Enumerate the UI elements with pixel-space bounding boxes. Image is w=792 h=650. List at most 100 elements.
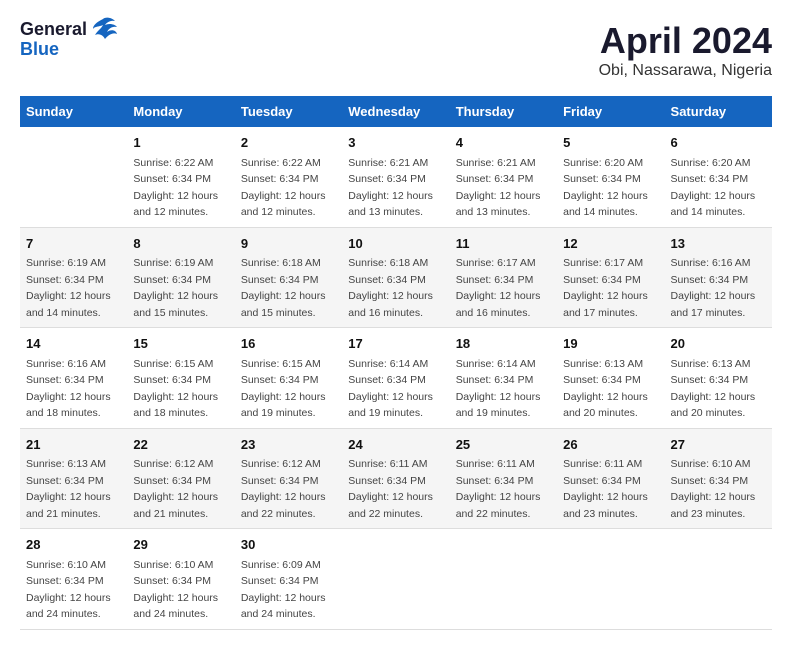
day-number: 25 bbox=[456, 435, 551, 455]
day-info: Sunrise: 6:13 AM Sunset: 6:34 PM Dayligh… bbox=[563, 358, 648, 420]
day-info: Sunrise: 6:20 AM Sunset: 6:34 PM Dayligh… bbox=[671, 157, 756, 219]
title-block: April 2024 Obi, Nassarawa, Nigeria bbox=[599, 20, 772, 80]
day-number: 6 bbox=[671, 133, 766, 153]
day-number: 4 bbox=[456, 133, 551, 153]
day-info: Sunrise: 6:18 AM Sunset: 6:34 PM Dayligh… bbox=[241, 257, 326, 319]
weekday-header-wednesday: Wednesday bbox=[342, 96, 449, 127]
page-header: General Blue April 2024 Obi, Nassarawa, … bbox=[20, 20, 772, 80]
day-info: Sunrise: 6:15 AM Sunset: 6:34 PM Dayligh… bbox=[241, 358, 326, 420]
weekday-header-thursday: Thursday bbox=[450, 96, 557, 127]
day-number: 24 bbox=[348, 435, 443, 455]
calendar-cell bbox=[557, 529, 664, 630]
day-info: Sunrise: 6:12 AM Sunset: 6:34 PM Dayligh… bbox=[133, 458, 218, 520]
calendar-cell: 29 Sunrise: 6:10 AM Sunset: 6:34 PM Dayli… bbox=[127, 529, 234, 630]
logo-text-blue: Blue bbox=[20, 40, 59, 60]
calendar-cell: 27 Sunrise: 6:10 AM Sunset: 6:34 PM Dayli… bbox=[665, 428, 772, 529]
day-number: 30 bbox=[241, 535, 336, 555]
day-info: Sunrise: 6:14 AM Sunset: 6:34 PM Dayligh… bbox=[456, 358, 541, 420]
calendar-week-row: 28 Sunrise: 6:10 AM Sunset: 6:34 PM Dayli… bbox=[20, 529, 772, 630]
day-number: 7 bbox=[26, 234, 121, 254]
weekday-header-friday: Friday bbox=[557, 96, 664, 127]
day-number: 14 bbox=[26, 334, 121, 354]
day-number: 21 bbox=[26, 435, 121, 455]
calendar-week-row: 14 Sunrise: 6:16 AM Sunset: 6:34 PM Dayli… bbox=[20, 328, 772, 429]
day-info: Sunrise: 6:10 AM Sunset: 6:34 PM Dayligh… bbox=[133, 559, 218, 621]
day-info: Sunrise: 6:13 AM Sunset: 6:34 PM Dayligh… bbox=[26, 458, 111, 520]
calendar-week-row: 7 Sunrise: 6:19 AM Sunset: 6:34 PM Daylig… bbox=[20, 227, 772, 328]
calendar-cell: 5 Sunrise: 6:20 AM Sunset: 6:34 PM Daylig… bbox=[557, 127, 664, 227]
day-number: 5 bbox=[563, 133, 658, 153]
calendar-header: SundayMondayTuesdayWednesdayThursdayFrid… bbox=[20, 96, 772, 127]
day-number: 27 bbox=[671, 435, 766, 455]
day-number: 22 bbox=[133, 435, 228, 455]
day-info: Sunrise: 6:11 AM Sunset: 6:34 PM Dayligh… bbox=[348, 458, 433, 520]
calendar-cell: 6 Sunrise: 6:20 AM Sunset: 6:34 PM Daylig… bbox=[665, 127, 772, 227]
day-number: 15 bbox=[133, 334, 228, 354]
main-title: April 2024 bbox=[599, 20, 772, 62]
calendar-cell: 8Sunrise: 6:19 AM Sunset: 6:34 PM Daylig… bbox=[127, 227, 234, 328]
weekday-header-tuesday: Tuesday bbox=[235, 96, 342, 127]
day-info: Sunrise: 6:13 AM Sunset: 6:34 PM Dayligh… bbox=[671, 358, 756, 420]
day-info: Sunrise: 6:17 AM Sunset: 6:34 PM Dayligh… bbox=[563, 257, 648, 319]
day-info: Sunrise: 6:16 AM Sunset: 6:34 PM Dayligh… bbox=[671, 257, 756, 319]
day-number: 1 bbox=[133, 133, 228, 153]
day-number: 3 bbox=[348, 133, 443, 153]
day-info: Sunrise: 6:20 AM Sunset: 6:34 PM Dayligh… bbox=[563, 157, 648, 219]
calendar-cell: 18 Sunrise: 6:14 AM Sunset: 6:34 PM Dayli… bbox=[450, 328, 557, 429]
calendar-cell: 22 Sunrise: 6:12 AM Sunset: 6:34 PM Dayli… bbox=[127, 428, 234, 529]
calendar-cell: 30 Sunrise: 6:09 AM Sunset: 6:34 PM Dayli… bbox=[235, 529, 342, 630]
day-number: 17 bbox=[348, 334, 443, 354]
calendar-cell: 9Sunrise: 6:18 AM Sunset: 6:34 PM Daylig… bbox=[235, 227, 342, 328]
calendar-cell: 25 Sunrise: 6:11 AM Sunset: 6:34 PM Dayli… bbox=[450, 428, 557, 529]
calendar-cell: 2 Sunrise: 6:22 AM Sunset: 6:34 PM Daylig… bbox=[235, 127, 342, 227]
day-info: Sunrise: 6:10 AM Sunset: 6:34 PM Dayligh… bbox=[26, 559, 111, 621]
weekday-header-row: SundayMondayTuesdayWednesdayThursdayFrid… bbox=[20, 96, 772, 127]
day-info: Sunrise: 6:18 AM Sunset: 6:34 PM Dayligh… bbox=[348, 257, 433, 319]
calendar-cell: 14 Sunrise: 6:16 AM Sunset: 6:34 PM Dayli… bbox=[20, 328, 127, 429]
calendar-cell: 1 Sunrise: 6:22 AM Sunset: 6:34 PM Daylig… bbox=[127, 127, 234, 227]
day-info: Sunrise: 6:16 AM Sunset: 6:34 PM Dayligh… bbox=[26, 358, 111, 420]
calendar-cell: 12 Sunrise: 6:17 AM Sunset: 6:34 PM Dayli… bbox=[557, 227, 664, 328]
subtitle: Obi, Nassarawa, Nigeria bbox=[599, 62, 772, 80]
day-info: Sunrise: 6:10 AM Sunset: 6:34 PM Dayligh… bbox=[671, 458, 756, 520]
calendar-cell: 10 Sunrise: 6:18 AM Sunset: 6:34 PM Dayli… bbox=[342, 227, 449, 328]
day-info: Sunrise: 6:11 AM Sunset: 6:34 PM Dayligh… bbox=[563, 458, 648, 520]
day-info: Sunrise: 6:15 AM Sunset: 6:34 PM Dayligh… bbox=[133, 358, 218, 420]
logo: General Blue bbox=[20, 20, 117, 60]
weekday-header-monday: Monday bbox=[127, 96, 234, 127]
day-number: 13 bbox=[671, 234, 766, 254]
day-number: 28 bbox=[26, 535, 121, 555]
day-info: Sunrise: 6:21 AM Sunset: 6:34 PM Dayligh… bbox=[348, 157, 433, 219]
weekday-header-saturday: Saturday bbox=[665, 96, 772, 127]
day-number: 19 bbox=[563, 334, 658, 354]
day-number: 18 bbox=[456, 334, 551, 354]
calendar-cell: 28 Sunrise: 6:10 AM Sunset: 6:34 PM Dayli… bbox=[20, 529, 127, 630]
day-info: Sunrise: 6:21 AM Sunset: 6:34 PM Dayligh… bbox=[456, 157, 541, 219]
calendar-cell: 24 Sunrise: 6:11 AM Sunset: 6:34 PM Dayli… bbox=[342, 428, 449, 529]
calendar-week-row: 1 Sunrise: 6:22 AM Sunset: 6:34 PM Daylig… bbox=[20, 127, 772, 227]
day-info: Sunrise: 6:14 AM Sunset: 6:34 PM Dayligh… bbox=[348, 358, 433, 420]
day-number: 12 bbox=[563, 234, 658, 254]
calendar-cell: 17 Sunrise: 6:14 AM Sunset: 6:34 PM Dayli… bbox=[342, 328, 449, 429]
day-number: 10 bbox=[348, 234, 443, 254]
day-info: Sunrise: 6:22 AM Sunset: 6:34 PM Dayligh… bbox=[241, 157, 326, 219]
day-number: 2 bbox=[241, 133, 336, 153]
day-info: Sunrise: 6:19 AM Sunset: 6:34 PM Dayligh… bbox=[133, 257, 218, 319]
calendar-cell: 15 Sunrise: 6:15 AM Sunset: 6:34 PM Dayli… bbox=[127, 328, 234, 429]
calendar-cell: 13 Sunrise: 6:16 AM Sunset: 6:34 PM Dayli… bbox=[665, 227, 772, 328]
calendar-cell: 11 Sunrise: 6:17 AM Sunset: 6:34 PM Dayli… bbox=[450, 227, 557, 328]
day-number: 29 bbox=[133, 535, 228, 555]
day-info: Sunrise: 6:12 AM Sunset: 6:34 PM Dayligh… bbox=[241, 458, 326, 520]
calendar-body: 1 Sunrise: 6:22 AM Sunset: 6:34 PM Daylig… bbox=[20, 127, 772, 629]
day-info: Sunrise: 6:11 AM Sunset: 6:34 PM Dayligh… bbox=[456, 458, 541, 520]
day-number: 11 bbox=[456, 234, 551, 254]
day-info: Sunrise: 6:22 AM Sunset: 6:34 PM Dayligh… bbox=[133, 157, 218, 219]
calendar-cell bbox=[342, 529, 449, 630]
calendar-cell: 3 Sunrise: 6:21 AM Sunset: 6:34 PM Daylig… bbox=[342, 127, 449, 227]
day-info: Sunrise: 6:17 AM Sunset: 6:34 PM Dayligh… bbox=[456, 257, 541, 319]
calendar-week-row: 21 Sunrise: 6:13 AM Sunset: 6:34 PM Dayli… bbox=[20, 428, 772, 529]
calendar-table: SundayMondayTuesdayWednesdayThursdayFrid… bbox=[20, 96, 772, 630]
day-info: Sunrise: 6:09 AM Sunset: 6:34 PM Dayligh… bbox=[241, 559, 326, 621]
calendar-cell: 21 Sunrise: 6:13 AM Sunset: 6:34 PM Dayli… bbox=[20, 428, 127, 529]
calendar-cell: 7Sunrise: 6:19 AM Sunset: 6:34 PM Daylig… bbox=[20, 227, 127, 328]
